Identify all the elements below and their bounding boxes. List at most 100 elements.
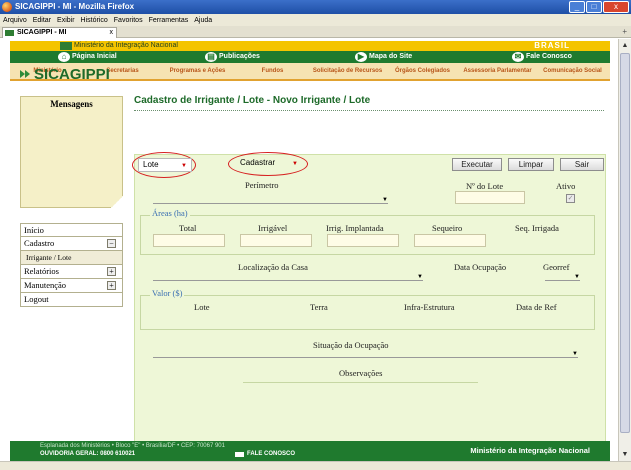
nav-programas[interactable]: Programas e Ações: [160, 63, 235, 79]
menu-tools[interactable]: Ferramentas: [149, 17, 189, 24]
ativo-label: Ativo: [556, 181, 576, 191]
entity-select[interactable]: Lote ▼: [138, 158, 192, 172]
window-titlebar: SICAGIPPI - MI - Mozilla Firefox _ □ x: [0, 0, 631, 14]
scroll-up-icon[interactable]: ▲: [620, 40, 630, 51]
localizacao-select[interactable]: ▼: [153, 274, 423, 281]
area-irrig-implantada-label: Irrig. Implantada: [326, 223, 384, 233]
publications-icon: ▤: [205, 52, 217, 62]
dropdown-caret-icon: ▼: [181, 163, 187, 169]
minimize-button[interactable]: _: [569, 1, 585, 13]
sidebar-item-relatorios[interactable]: Relatórios +: [20, 265, 123, 279]
close-window-button[interactable]: x: [603, 1, 629, 13]
home-link[interactable]: ⌂ Página Inicial: [58, 52, 117, 62]
sidebar-item-label: Cadastro: [24, 238, 55, 248]
menu-history[interactable]: Histórico: [81, 17, 108, 24]
menu-bar: Arquivo Editar Exibir Histórico Favorito…: [0, 14, 631, 26]
area-sequeiro-label: Sequeiro: [432, 223, 463, 233]
messages-panel: Mensagens: [20, 96, 123, 208]
area-irrig-implantada-input[interactable]: [327, 234, 399, 247]
footer-ouvidoria: OUVIDORIA GERAL: 0800 610021: [40, 451, 136, 457]
favicon-icon: [5, 30, 14, 36]
action-select[interactable]: Cadastrar ▼: [236, 157, 302, 171]
situacao-select[interactable]: ▼: [153, 351, 578, 358]
sidebar-item-inicio[interactable]: Início: [20, 223, 123, 237]
observacoes-label: Observações: [339, 368, 383, 378]
valor-terra-label: Terra: [310, 302, 328, 312]
mail-icon: ✉: [512, 52, 524, 62]
nav-orgaos[interactable]: Órgãos Colegiados: [385, 63, 460, 79]
perimetro-select[interactable]: ▼: [153, 197, 388, 204]
sitemap-link-label: Mapa do Site: [369, 53, 413, 60]
menu-bookmarks[interactable]: Favoritos: [114, 17, 143, 24]
dropdown-caret-icon: ▼: [292, 161, 298, 167]
valor-fieldset: [140, 295, 595, 330]
sidebar-item-label: Relatórios: [24, 266, 59, 276]
sidebar-item-label: Logout: [24, 294, 49, 304]
situacao-label: Situação da Ocupação: [313, 340, 389, 350]
menu-view[interactable]: Exibir: [57, 17, 75, 24]
valor-legend: Valor ($): [150, 288, 185, 298]
scroll-down-icon[interactable]: ▼: [620, 449, 630, 460]
valor-lote-label: Lote: [194, 302, 210, 312]
contact-link[interactable]: ✉ Fale Conosco: [512, 52, 572, 62]
scroll-thumb[interactable]: [620, 53, 630, 433]
publications-link[interactable]: ▤ Publicações: [205, 52, 260, 62]
area-seq-irrigada-label: Seq. Irrigada: [515, 223, 559, 233]
vertical-scrollbar[interactable]: ▲ ▼: [618, 39, 631, 461]
new-tab-button[interactable]: +: [622, 27, 627, 36]
publications-link-label: Publicações: [219, 53, 260, 60]
nav-fundos[interactable]: Fundos: [235, 63, 310, 79]
title-divider: [134, 110, 604, 111]
nav-assessoria[interactable]: Assessoria Parlamentar: [460, 63, 535, 79]
area-irrigavel-input[interactable]: [240, 234, 312, 247]
sidebar-item-label: Manutenção: [24, 280, 67, 290]
expand-icon[interactable]: +: [107, 281, 116, 290]
contact-link-label: Fale Conosco: [526, 53, 572, 60]
top-nav: ⌂ Página Inicial ▤ Publicações ▶ Mapa do…: [10, 51, 610, 63]
browser-tab[interactable]: SICAGIPPI - MI x: [2, 27, 117, 38]
home-icon: ⌂: [58, 52, 70, 62]
execute-button[interactable]: Executar: [452, 158, 502, 171]
nav-comunicacao[interactable]: Comunicação Social: [535, 63, 610, 79]
clear-button[interactable]: Limpar: [508, 158, 554, 171]
sidebar-item-cadastro[interactable]: Cadastro −: [20, 237, 123, 251]
form-title: Cadastro de Irrigante / Lote - Novo Irri…: [134, 95, 371, 106]
collapse-icon[interactable]: −: [107, 239, 116, 248]
ativo-checkbox[interactable]: ✓: [566, 194, 575, 203]
menu-help[interactable]: Ajuda: [194, 17, 212, 24]
ministry-link[interactable]: Ministério da Integração Nacional: [58, 41, 182, 51]
nav-solicitacao[interactable]: Solicitação de Recursos: [310, 63, 385, 79]
area-seq-irrigada-input[interactable]: [501, 234, 573, 247]
window-controls: _ □ x: [569, 1, 629, 13]
page-footer: Esplanada dos Ministérios • Bloco "E" • …: [10, 441, 610, 461]
menu-edit[interactable]: Editar: [33, 17, 51, 24]
sidebar-item-irrigante-lote[interactable]: Irrigante / Lote: [20, 251, 123, 265]
menu-file[interactable]: Arquivo: [3, 17, 27, 24]
expand-icon[interactable]: +: [107, 267, 116, 276]
exit-button[interactable]: Sair: [560, 158, 604, 171]
georref-select[interactable]: ▼: [545, 274, 580, 281]
area-sequeiro-input[interactable]: [414, 234, 486, 247]
areas-legend: Áreas (ha): [150, 208, 190, 218]
tab-close-icon[interactable]: x: [110, 28, 114, 38]
dropdown-caret-icon: ▼: [417, 274, 423, 280]
observacoes-textarea[interactable]: [243, 382, 478, 383]
perimetro-label: Perímetro: [245, 180, 279, 190]
footer-contact-link[interactable]: FALE CONOSCO: [235, 451, 295, 457]
page-curl-decoration: [111, 196, 123, 208]
area-total-label: Total: [179, 223, 197, 233]
sidebar-item-manutencao[interactable]: Manutenção +: [20, 279, 123, 293]
numero-lote-input[interactable]: [455, 191, 525, 204]
area-total-input[interactable]: [153, 234, 225, 247]
sidebar-item-logout[interactable]: Logout: [20, 293, 123, 307]
sitemap-link[interactable]: ▶ Mapa do Site: [355, 52, 412, 62]
footer-address: Esplanada dos Ministérios • Bloco "E" • …: [40, 443, 225, 449]
brasil-logo: BRASIL: [534, 41, 570, 50]
tab-title: SICAGIPPI - MI: [17, 29, 67, 36]
data-ocupacao-label: Data Ocupação: [454, 262, 507, 272]
action-select-value: Cadastrar: [240, 158, 276, 167]
messages-title: Mensagens: [50, 99, 93, 109]
maximize-button[interactable]: □: [586, 1, 602, 13]
numero-lote-label: Nº do Lote: [466, 181, 504, 191]
valor-data-ref-label: Data de Ref: [516, 302, 557, 312]
